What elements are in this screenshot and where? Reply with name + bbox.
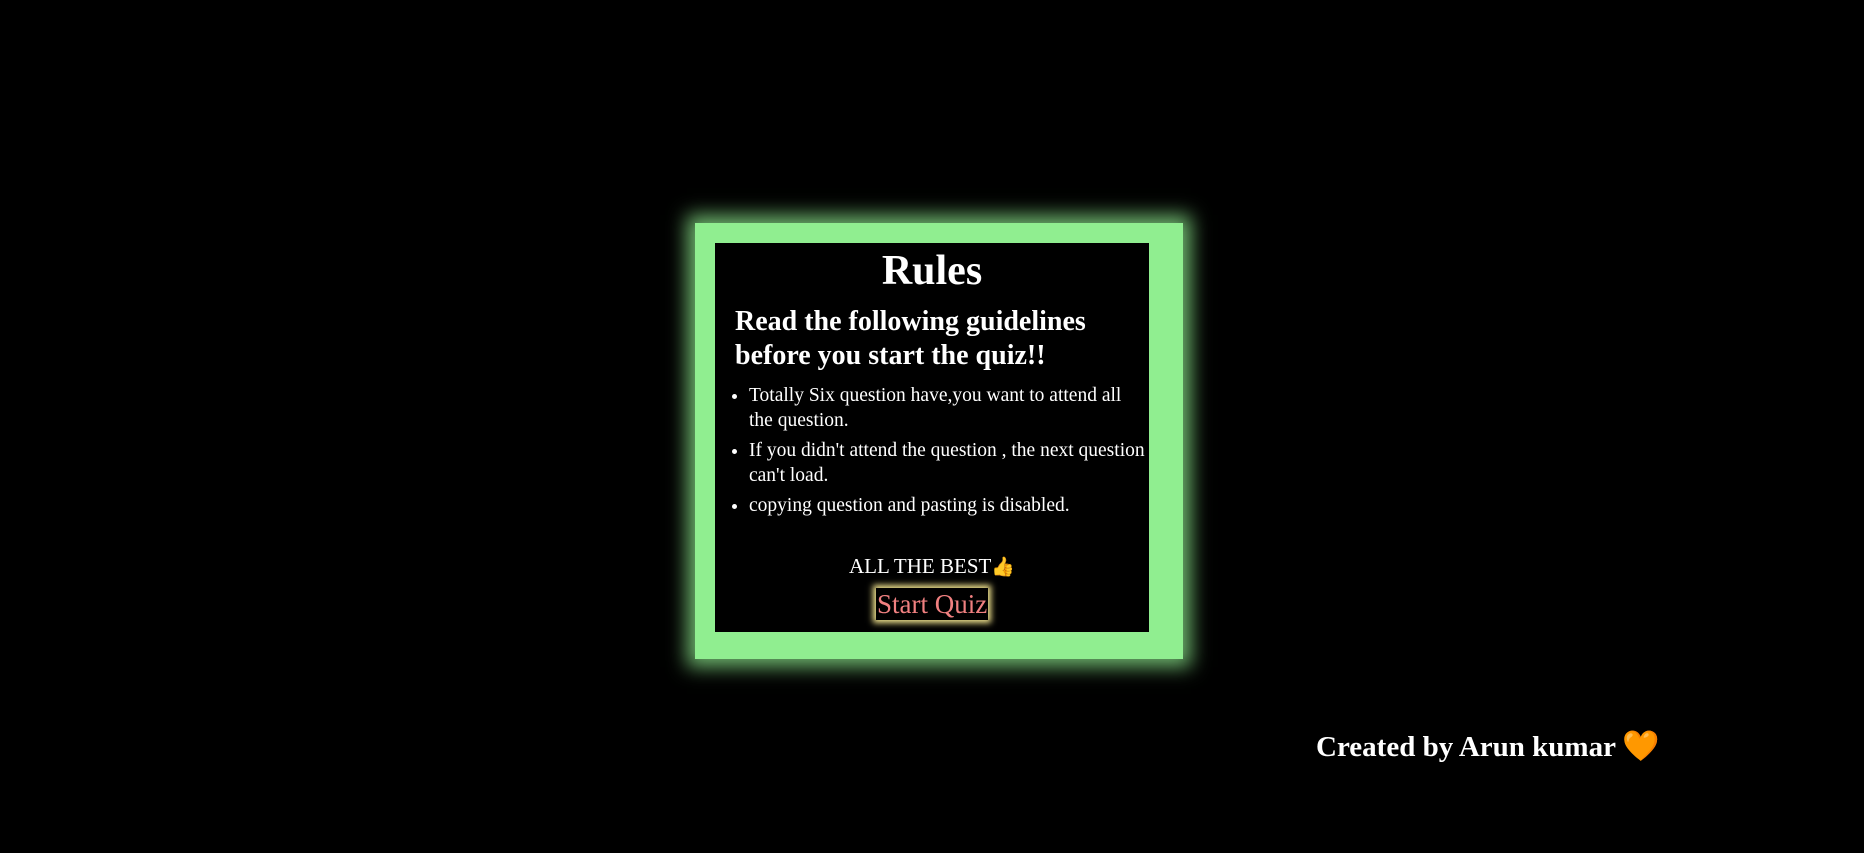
start-quiz-button[interactable]: Start Quiz [876, 588, 989, 620]
thumbs-up-icon: 👍 [991, 556, 1015, 578]
rules-list: Totally Six question have,you want to at… [715, 384, 1149, 525]
all-the-best-message: ALL THE BEST👍 [715, 553, 1149, 580]
rules-card-frame: Rules Read the following guidelines befo… [695, 223, 1183, 659]
rules-title: Rules [881, 248, 983, 294]
all-the-best-text: ALL THE BEST [849, 554, 992, 578]
author-credit: Created by Arun kumar 🧡 [1316, 727, 1659, 767]
rule-item: copying question and pasting is disabled… [749, 494, 1149, 519]
rule-item: Totally Six question have,you want to at… [749, 384, 1149, 433]
rules-panel: Rules Read the following guidelines befo… [715, 243, 1149, 632]
rules-subtitle: Read the following guidelines before you… [735, 306, 1086, 371]
orange-heart-icon: 🧡 [1621, 729, 1660, 764]
author-credit-text: Created by Arun kumar [1316, 731, 1616, 763]
rule-item: If you didn't attend the question , the … [749, 439, 1149, 488]
